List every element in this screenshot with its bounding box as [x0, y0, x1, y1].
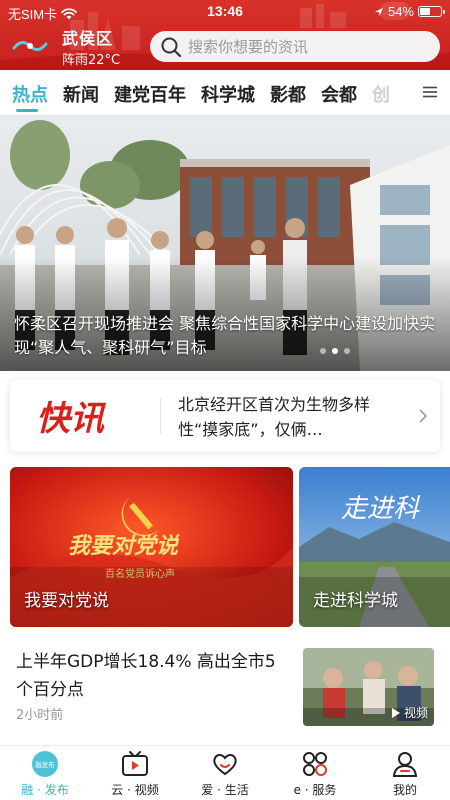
status-bar: 无SIM卡 13:46 54% [0, 0, 450, 24]
battery-icon [418, 6, 445, 17]
card-label-party: 我要对党说 [24, 591, 109, 611]
app-header: 无SIM卡 13:46 54% 武侯区 阵雨22°C 搜索你想要的资讯 [0, 0, 450, 70]
tab-item[interactable]: 会都 [321, 81, 357, 107]
tab-item[interactable]: 热点 [12, 81, 48, 107]
video-badge: 视频 [391, 704, 428, 721]
news-list-item[interactable]: 上半年GDP增长18.4% 高出全市5个百分点 2小时前 视频 [0, 640, 450, 740]
feature-card-science-city[interactable]: 走进科 走进科学城 [299, 467, 450, 627]
flash-news-text: 北京经开区首次为生物多样性“摸家底”，仅俩… [178, 395, 371, 439]
nav-label-profile: 我的 [392, 783, 417, 797]
category-tabs: 热点 新闻 建党百年 科学城 影都 会都创 [0, 70, 450, 114]
feature-card-party[interactable]: 我要对党说 百名党员诉心声 我要对党说 [10, 467, 293, 627]
carousel-dot[interactable] [344, 348, 350, 354]
grid-icon [303, 752, 327, 776]
news-time: 2小时前 [16, 708, 64, 723]
svg-text:快讯: 快讯 [36, 399, 107, 438]
card-label-science-city: 走进科学城 [313, 591, 398, 611]
hero-banner[interactable]: 怀柔区召开现场推进会 聚焦综合性国家科学中心建设加快实现“聚人气、聚科研气”目标 [0, 115, 450, 371]
nav-label-video: 云 · 视频 [111, 783, 159, 797]
location-arrow-icon [374, 7, 383, 16]
search-icon [161, 37, 182, 57]
weather-label: 阵雨22°C [62, 53, 121, 68]
home-logo-icon: 融发布 [32, 751, 58, 777]
tv-icon [122, 751, 148, 776]
tab-menu-button[interactable] [410, 70, 450, 114]
nav-item-profile[interactable]: 我的 [360, 746, 450, 800]
search-placeholder: 搜索你想要的资讯 [188, 39, 309, 56]
tab-item[interactable]: 创 [372, 81, 390, 107]
tab-item[interactable]: 影都 [270, 81, 306, 107]
nav-label-service: e · 服务 [293, 783, 337, 797]
tab-item[interactable]: 新闻 [63, 81, 99, 107]
nav-item-video[interactable]: 云 · 视频 [90, 746, 180, 800]
bottom-navigation: 融发布 融 · 发布 云 · 视频 爱 · 生活 e · 服务 我的 [0, 745, 450, 800]
tab-item[interactable]: 建党百年 [114, 81, 186, 107]
news-thumbnail: 视频 [303, 648, 434, 726]
nav-item-life[interactable]: 爱 · 生活 [180, 746, 270, 800]
svg-text:我要对党说: 我要对党说 [68, 533, 180, 559]
svg-text:走进科: 走进科 [341, 494, 421, 524]
svg-text:融发布: 融发布 [35, 760, 55, 769]
battery-percent: 54% [387, 4, 414, 19]
tab-item[interactable]: 科学城 [201, 81, 255, 107]
nav-label-life: 爱 · 生活 [201, 783, 249, 797]
flash-news-bar[interactable]: 快讯 北京经开区首次为生物多样性“摸家底”，仅俩… [10, 380, 440, 452]
hero-caption: 怀柔区召开现场推进会 聚焦综合性国家科学中心建设加快实现“聚人气、聚科研气”目标 [14, 314, 436, 357]
nav-item-home[interactable]: 融发布 融 · 发布 [0, 746, 90, 800]
flash-divider [160, 398, 161, 434]
heart-smile-icon [213, 754, 237, 776]
carousel-dots[interactable] [320, 348, 350, 354]
search-bar[interactable]: 搜索你想要的资讯 [150, 31, 440, 62]
play-icon [391, 707, 400, 718]
carousel-dot[interactable] [320, 348, 326, 354]
location-label[interactable]: 武侯区 [62, 25, 113, 49]
chevron-right-icon [419, 409, 428, 423]
carousel-dot[interactable] [332, 348, 338, 354]
tab-row: 热点 新闻 建党百年 科学城 影都 会都创 [12, 81, 405, 107]
video-badge-label: 视频 [403, 706, 428, 720]
flash-news-logo: 快讯 [36, 399, 107, 438]
nav-item-service[interactable]: e · 服务 [270, 746, 360, 800]
nav-label-home: 融 · 发布 [21, 783, 69, 797]
active-tab-indicator [16, 109, 38, 112]
app-logo-icon [12, 41, 48, 51]
news-title: 上半年GDP增长18.4% 高出全市5个百分点 [16, 652, 276, 700]
menu-icon [423, 86, 437, 98]
person-icon [392, 752, 418, 777]
